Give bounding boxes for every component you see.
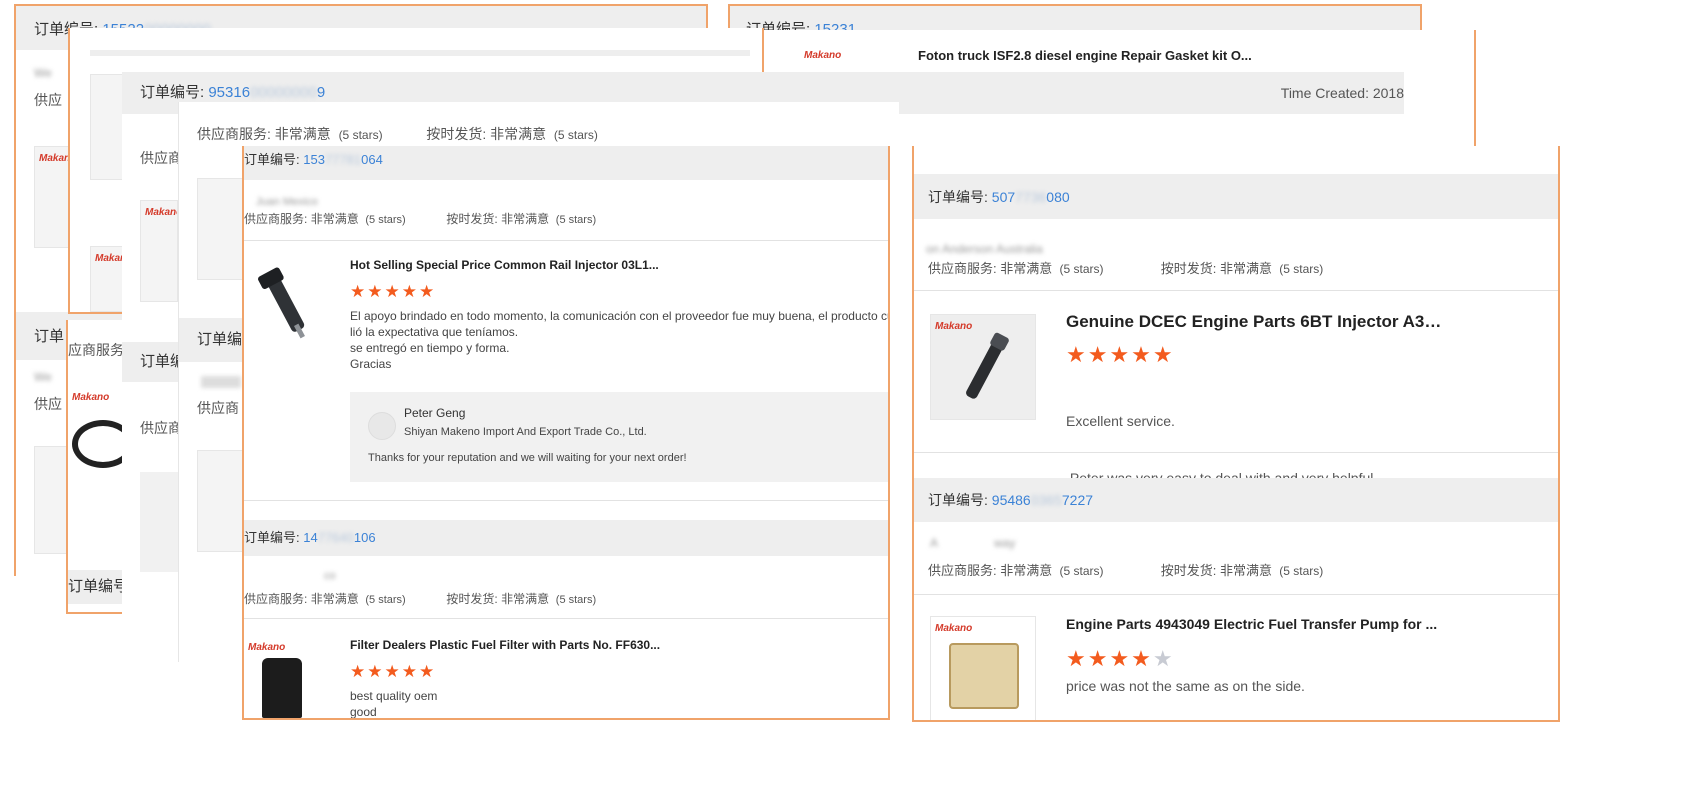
order-number-link[interactable]: 15377781064 bbox=[303, 152, 383, 167]
product-thumbnail[interactable] bbox=[197, 450, 245, 552]
injector-thumbnail[interactable]: Makano bbox=[930, 314, 1036, 420]
buyer-name: A way bbox=[930, 536, 1016, 550]
order-number-link[interactable]: 5077736080 bbox=[992, 189, 1070, 205]
review-stars: ★★★★★ bbox=[350, 662, 437, 681]
makano-logo: Makano bbox=[248, 642, 286, 653]
order-number-link[interactable]: 1477640106 bbox=[303, 530, 375, 545]
buyer-name: co bbox=[324, 570, 336, 582]
product-title[interactable]: Filter Dealers Plastic Fuel Filter with … bbox=[350, 638, 680, 652]
order-card-main-right: 订单编号: 5077736080 on Anderson Australia 供… bbox=[912, 146, 1560, 722]
filter-thumbnail[interactable]: Makano bbox=[244, 636, 324, 718]
time-created: Time Created: 2018 bbox=[1280, 85, 1404, 101]
makano-logo: Makano bbox=[935, 623, 973, 634]
review-stars: ★★★★★ bbox=[1066, 342, 1175, 367]
injector-thumbnail[interactable] bbox=[244, 258, 324, 346]
ratings-row: 供应商服务: 非常满意 (5 stars) 按时发货: 非常满意 (5 star… bbox=[244, 592, 597, 606]
supplier-rating-label: 供应商 bbox=[140, 420, 182, 436]
reply-message: Thanks for your reputation and we will w… bbox=[368, 452, 687, 464]
product-title[interactable]: Engine Parts 4943049 Electric Fuel Trans… bbox=[1066, 616, 1446, 632]
review-text: El apoyo brindado en todo momento, la co… bbox=[350, 309, 890, 371]
buyer-name: on Anderson Australia bbox=[926, 242, 1043, 256]
ratings-row: 供应商服务: 非常满意 (5 stars) 按时发货: 非常满意 (5 star… bbox=[928, 563, 1324, 578]
review-text: price was not the same as on the side. bbox=[1066, 678, 1305, 694]
buyer-name: Juan Mexico bbox=[256, 196, 318, 208]
ratings-row: 供应商服务: 非常满意 (5 stars) 按时发货: 非常满意 (5 star… bbox=[244, 212, 597, 226]
order-card-main-left: 订单编号: 15377781064 Juan Mexico 供应商服务: 非常满… bbox=[242, 146, 890, 720]
supplier-rating-label: 供应商 bbox=[197, 400, 239, 416]
injector-image bbox=[258, 267, 305, 339]
pump-image bbox=[949, 643, 1019, 709]
divider bbox=[244, 618, 888, 619]
order-header: 订单编号: 9548603657227 bbox=[914, 478, 1558, 522]
reply-name: Peter Geng bbox=[404, 406, 466, 420]
divider bbox=[914, 594, 1558, 595]
supplier-rating-label: 供应商 bbox=[140, 150, 182, 166]
pump-thumbnail[interactable]: Makano bbox=[930, 616, 1036, 720]
supplier-rating-label: 供应 bbox=[34, 92, 62, 108]
makano-logo: Makano bbox=[804, 50, 842, 61]
review-stars: ★★★★★ bbox=[1066, 646, 1175, 671]
order-header: 订单编号: 1477640106 bbox=[244, 520, 888, 556]
divider bbox=[914, 290, 1558, 291]
filter-image bbox=[262, 658, 302, 718]
review-text: best quality oem good bbox=[350, 689, 438, 719]
order-number-link[interactable]: 95316000000009 bbox=[208, 84, 325, 101]
order-header: 订单编号: 5077736080 bbox=[914, 175, 1558, 219]
divider bbox=[90, 50, 750, 56]
buyer-name: We bbox=[34, 370, 52, 384]
makano-logo: Makano bbox=[935, 321, 973, 332]
supplier-rating-label: 供应 bbox=[34, 396, 62, 412]
product-title[interactable]: Hot Selling Special Price Common Rail In… bbox=[350, 258, 680, 272]
product-thumbnail[interactable]: Makano bbox=[140, 200, 178, 302]
seller-reply-box: Peter Geng Shiyan Makeno Import And Expo… bbox=[350, 392, 888, 482]
buyer-name: We bbox=[34, 66, 52, 80]
order-header: 订单编号: 15377781064 bbox=[244, 146, 888, 180]
ratings-row: 供应商服务: 非常满意 (5 stars) 按时发货: 非常满意 (5 star… bbox=[928, 261, 1324, 276]
divider bbox=[244, 500, 888, 501]
reply-company: Shiyan Makeno Import And Export Trade Co… bbox=[404, 426, 647, 438]
product-title[interactable]: Genuine DCEC Engine Parts 6BT Injector A… bbox=[1066, 312, 1446, 332]
product-title[interactable]: Foton truck ISF2.8 diesel engine Repair … bbox=[918, 48, 1378, 63]
divider bbox=[914, 452, 1558, 453]
product-thumbnail[interactable] bbox=[90, 74, 124, 180]
supplier-rating-label: 应商服务 bbox=[68, 342, 124, 358]
order-number-link[interactable]: 9548603657227 bbox=[992, 492, 1093, 508]
ratings-row: 供应商服务: 非常满意 (5 stars) 按时发货: 非常满意 (5 star… bbox=[197, 126, 598, 142]
seller-avatar bbox=[368, 412, 396, 440]
injector-thumbnail[interactable] bbox=[197, 178, 243, 280]
makano-logo: Makano bbox=[72, 392, 110, 403]
divider bbox=[244, 240, 888, 241]
makano-logo: Makano bbox=[145, 207, 177, 218]
review-stars: ★★★★★ bbox=[350, 282, 437, 301]
